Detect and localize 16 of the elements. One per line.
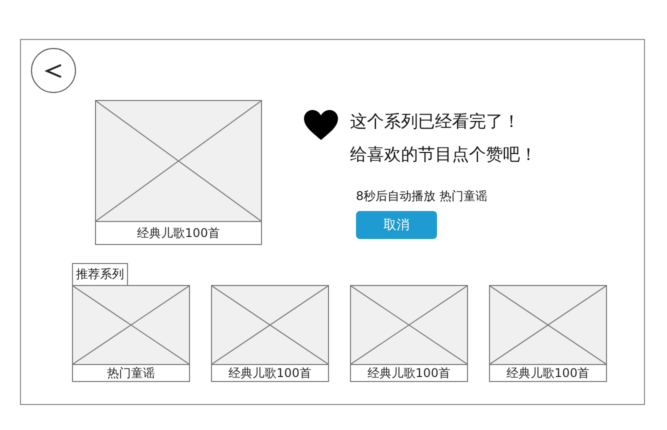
message-text: 这个系列已经看完了！ bbox=[350, 111, 521, 134]
section-label: 推荐系列 bbox=[72, 263, 128, 285]
card-caption: 经典儿歌100首 bbox=[95, 222, 262, 245]
card-caption: 经典儿歌100首 bbox=[211, 365, 329, 382]
message-text: 给喜欢的节目点个赞吧！ bbox=[350, 144, 537, 167]
heart-icon[interactable] bbox=[303, 109, 339, 141]
series-card[interactable]: 经典儿歌100首 bbox=[350, 285, 468, 382]
series-card[interactable]: 经典儿歌100首 bbox=[489, 285, 607, 382]
back-button[interactable] bbox=[31, 48, 76, 93]
card-caption: 经典儿歌100首 bbox=[350, 365, 468, 382]
card-caption: 热门童谣 bbox=[72, 365, 190, 382]
card-caption: 经典儿歌100首 bbox=[489, 365, 607, 382]
series-card[interactable]: 经典儿歌100首 bbox=[211, 285, 329, 382]
autoplay-notice: 8秒后自动播放 热门童谣 bbox=[356, 188, 488, 205]
featured-card[interactable]: 经典儿歌100首 bbox=[95, 100, 262, 245]
series-card[interactable]: 热门童谣 bbox=[72, 285, 190, 382]
